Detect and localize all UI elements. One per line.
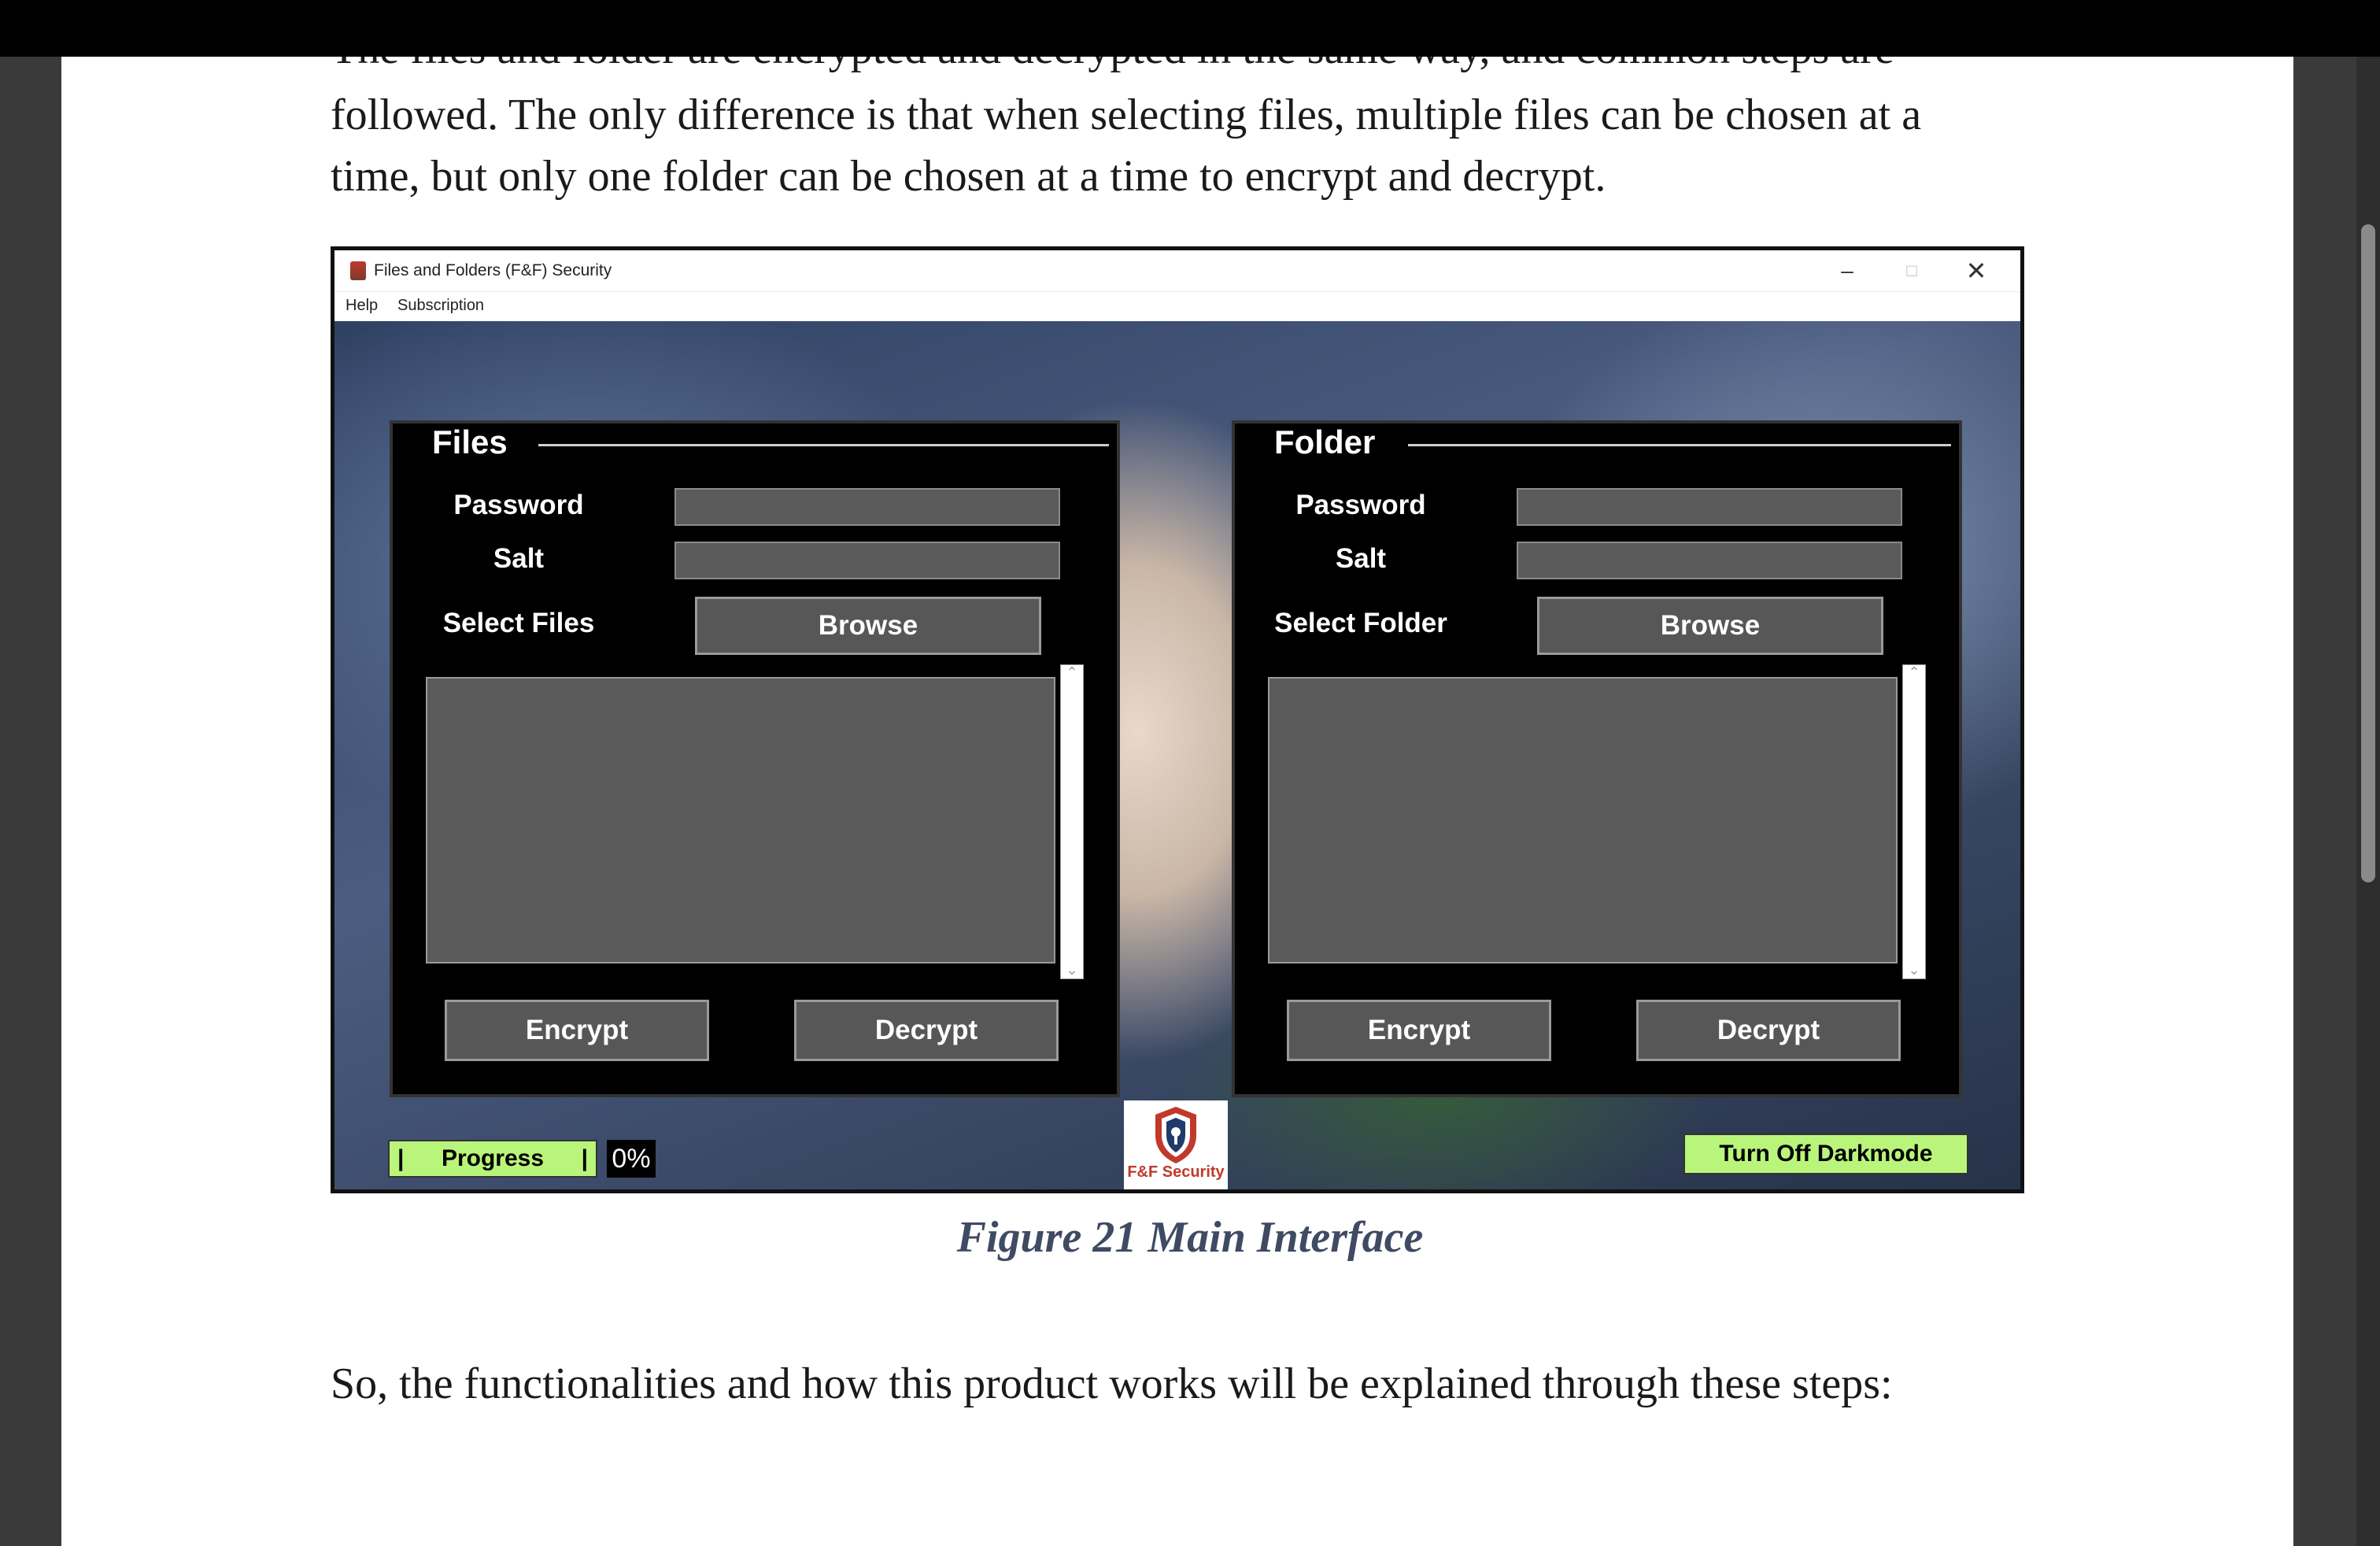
progress-bracket-right: | — [581, 1145, 588, 1171]
folder-password-input[interactable] — [1517, 488, 1902, 526]
folder-list-scrollbar[interactable]: ⌃ ⌄ — [1902, 664, 1926, 979]
menu-subscription[interactable]: Subscription — [397, 297, 484, 315]
folder-list-box[interactable] — [1268, 677, 1898, 963]
app-screenshot-figure: Files and Folders (F&F) Security – □ ✕ H… — [331, 246, 2024, 1193]
folder-browse-button[interactable]: Browse — [1537, 597, 1883, 655]
shield-icon — [1155, 1107, 1196, 1163]
folder-decrypt-button[interactable]: Decrypt — [1636, 1000, 1901, 1061]
files-panel: Files Password Salt Select Files Browse … — [390, 420, 1120, 1097]
files-salt-input[interactable] — [674, 542, 1060, 579]
progress-label: | Progress | — [388, 1140, 597, 1178]
app-icon — [350, 261, 366, 280]
viewer-top-bar — [0, 0, 2380, 57]
scroll-down-icon[interactable]: ⌄ — [1061, 963, 1083, 978]
ff-security-logo: F&F Security — [1124, 1100, 1228, 1189]
select-folder-label: Select Folder — [1274, 608, 1447, 638]
files-encrypt-button[interactable]: Encrypt — [445, 1000, 709, 1061]
paragraph-line: time, but only one folder can be chosen … — [331, 152, 1606, 201]
files-list-box[interactable] — [426, 677, 1055, 963]
scroll-down-icon[interactable]: ⌄ — [1903, 963, 1925, 978]
closing-paragraph: So, the functionalities and how this pro… — [331, 1359, 1893, 1408]
folder-salt-input[interactable] — [1517, 542, 1902, 579]
app-background-art: Files Password Salt Select Files Browse … — [334, 321, 2020, 1189]
logo-text: F&F Security — [1127, 1163, 1225, 1181]
files-decrypt-button[interactable]: Decrypt — [794, 1000, 1059, 1061]
menu-help[interactable]: Help — [346, 297, 378, 315]
files-salt-label: Salt — [493, 543, 545, 574]
progress-percent: 0% — [607, 1140, 656, 1178]
files-password-label: Password — [453, 490, 584, 520]
close-icon[interactable]: ✕ — [1953, 255, 2000, 287]
folder-panel-title: Folder — [1269, 423, 1380, 461]
files-panel-title: Files — [427, 423, 512, 461]
figure-caption: Figure 21 Main Interface — [956, 1213, 1424, 1262]
viewer-scroll-thumb[interactable] — [2361, 224, 2375, 882]
folder-password-label: Password — [1295, 490, 1426, 520]
maximize-icon[interactable]: □ — [1888, 255, 1935, 287]
files-list-scrollbar[interactable]: ⌃ ⌄ — [1060, 664, 1084, 979]
window-title: Files and Folders (F&F) Security — [374, 261, 612, 279]
scroll-up-icon[interactable]: ⌃ — [1903, 665, 1925, 681]
progress-bracket-left: | — [397, 1145, 405, 1171]
folder-salt-label: Salt — [1335, 543, 1387, 574]
folder-panel: Folder Password Salt Select Folder Brows… — [1232, 420, 1962, 1097]
folder-encrypt-button[interactable]: Encrypt — [1287, 1000, 1551, 1061]
panel-divider — [538, 444, 1109, 446]
menu-bar: Help Subscription — [334, 291, 2020, 321]
darkmode-toggle-button[interactable]: Turn Off Darkmode — [1683, 1134, 1968, 1174]
files-browse-button[interactable]: Browse — [695, 597, 1041, 655]
files-password-input[interactable] — [674, 488, 1060, 526]
progress-label-text: Progress — [441, 1145, 545, 1171]
minimize-icon[interactable]: – — [1824, 255, 1871, 287]
app-titlebar: Files and Folders (F&F) Security – □ ✕ — [334, 250, 2020, 291]
paragraph-line: followed. The only difference is that wh… — [331, 91, 1922, 139]
panel-divider — [1408, 444, 1951, 446]
scroll-up-icon[interactable]: ⌃ — [1061, 665, 1083, 681]
select-files-label: Select Files — [442, 608, 595, 638]
